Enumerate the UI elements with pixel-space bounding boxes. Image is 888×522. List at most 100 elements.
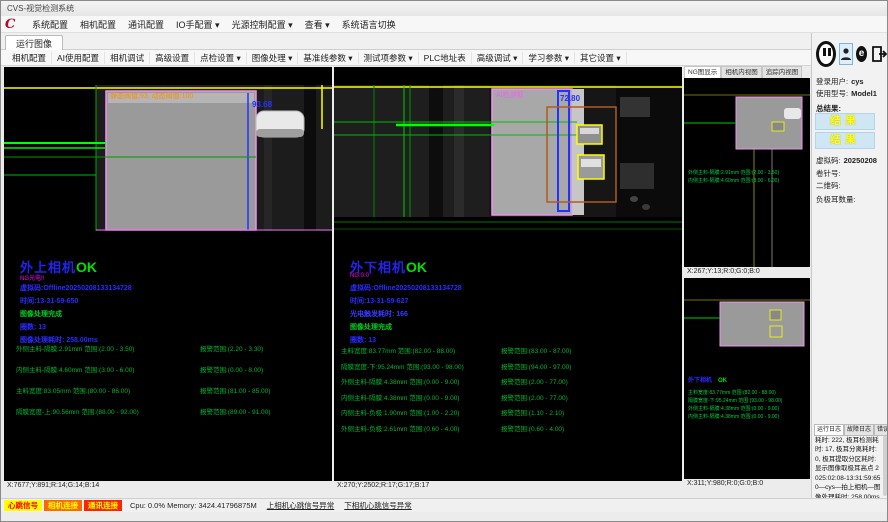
svg-text:隔膜宽度-下:95.24mm 范围:(93.00 - 98.: 隔膜宽度-下:95.24mm 范围:(93.00 - 98.00) bbox=[688, 397, 783, 404]
status-badge: 通讯连接 bbox=[84, 500, 122, 511]
thumb-tab[interactable]: NG图显示 bbox=[684, 66, 721, 78]
exit-door-icon bbox=[870, 45, 888, 63]
menu-item[interactable]: 系统配置 bbox=[26, 18, 74, 31]
logo-e-button[interactable]: e bbox=[856, 46, 867, 62]
virtual-code-row: 虚拟码:20250208 bbox=[816, 155, 877, 166]
result-badge-1: 结果 bbox=[815, 113, 875, 130]
svg-text:主料宽度:83.77mm 范围:(82.00 - 88.00: 主料宽度:83.77mm 范围:(82.00 - 88.00) bbox=[688, 389, 776, 396]
qr-code-row: 二维码: bbox=[816, 180, 841, 191]
log-tab[interactable]: 错误日志 bbox=[874, 424, 888, 436]
measurement-row: 外侧主料-隔膜:2.91mm 范围:(2.00 - 3.50) 报警范围:(2.… bbox=[16, 343, 328, 353]
menu-item[interactable]: 相机配置 bbox=[74, 18, 122, 31]
ng-thumbnail-top[interactable]: 外侧主料-隔膜:2.91mm 范围:(2.00 - 3.50) 内侧主料-隔膜:… bbox=[684, 78, 810, 267]
left-camera-status: OK bbox=[76, 259, 97, 275]
window-title: CVS-视觉检测系统 bbox=[7, 4, 74, 13]
svg-text:OK: OK bbox=[718, 378, 728, 384]
toolbar-item[interactable]: PLC地址表 bbox=[419, 52, 472, 64]
measurement-alarm: 报警范围:(1.10 - 2.10) bbox=[501, 407, 564, 417]
toolbar-item[interactable]: 点检设置 ▾ bbox=[195, 52, 247, 64]
thumb-tab[interactable]: 相机内视图 bbox=[721, 66, 762, 78]
log-tab[interactable]: 故障日志 bbox=[844, 424, 874, 436]
menu-bar: C 系统配置 相机配置 通讯配置 IO手配置 ▾ 光源控制配置 ▾ 查看 ▾ 系… bbox=[1, 16, 888, 33]
window-title-bar: CVS-视觉检测系统 bbox=[1, 1, 888, 16]
login-user-row: 登录用户:cys bbox=[816, 76, 864, 87]
toolbar-item[interactable]: 测试项参数 ▾ bbox=[359, 52, 419, 64]
measurement-row: 隔膜宽度-上:90.56mm 范围:(88.00 - 92.00) 报警范围:(… bbox=[16, 406, 328, 416]
measurement-value: 内侧主料-隔膜:4.60mm 范围:(3.00 - 6.00) bbox=[16, 364, 200, 374]
pause-button[interactable] bbox=[816, 41, 836, 67]
menu-item[interactable]: 通讯配置 bbox=[122, 18, 170, 31]
center-measure-label: 72.80 bbox=[560, 94, 581, 103]
status-badge: 心跳信号 bbox=[4, 500, 42, 511]
measurement-row: 外侧主料-隔膜:4.38mm 范围:(0.00 - 9.00) 报警范围:(2.… bbox=[341, 376, 677, 386]
view-tab-row: 运行图像 bbox=[1, 33, 811, 50]
toolbar-item[interactable]: 高级设置 bbox=[150, 52, 195, 64]
toolbar-item[interactable]: 学习参数 ▾ bbox=[523, 52, 575, 64]
left-measurement-list: 外侧主料-隔膜:2.91mm 范围:(2.00 - 3.50) 报警范围:(2.… bbox=[16, 343, 328, 427]
svg-text:内侧主料-隔膜:4.38mm 范围:(0.00 - 9.00: 内侧主料-隔膜:4.38mm 范围:(0.00 - 9.00) bbox=[688, 413, 779, 420]
exit-button[interactable] bbox=[870, 45, 888, 63]
svg-text:外下相机: 外下相机 bbox=[687, 376, 712, 384]
measurement-row: 内侧主料-隔膜:4.38mm 范围:(0.00 - 9.00) 报警范围:(2.… bbox=[341, 392, 677, 402]
measurement-value: 主料宽度:83.05mm 范围:(80.00 - 86.00) bbox=[16, 385, 200, 395]
measurement-row: 主料宽度:83.77mm 范围:(82.00 - 88.00) 报警范围:(83… bbox=[341, 345, 677, 355]
right-sidebar: e 登录用户:cys 使用型号:Model1 总结果: 结果 结果 虚拟码:20… bbox=[811, 33, 888, 498]
status-bar: 心跳信号 相机连接 通讯连接 Cpu: 0.0% Memory: 3424.41… bbox=[1, 498, 888, 512]
measurement-row: 外侧主料-负极:2.61mm 范围:(0.60 - 4.00) 报警范围:(0.… bbox=[341, 423, 677, 433]
toolbar-item[interactable]: 基准线参数 ▾ bbox=[298, 52, 358, 64]
center-camera-status: OK bbox=[406, 259, 427, 275]
toolbar-item[interactable]: AI使用配置 bbox=[52, 52, 105, 64]
center-time: 时间:13-31-59-627 bbox=[350, 296, 408, 306]
toolbar-item[interactable]: 其它设置 ▾ bbox=[575, 52, 627, 64]
toolbar-item[interactable]: 高级调试 ▾ bbox=[472, 52, 524, 64]
left-virtual-code: 虚拟码:Offline20250208133134728 bbox=[20, 283, 132, 293]
log-text: 耗时: 222, 极耳检测耗时: 17, 极耳分离耗时: 0, 极耳提取分区耗时… bbox=[815, 436, 881, 502]
thumb1-pixel-readout: X:267;Y:13;R:0;G:0;B:0 bbox=[687, 268, 760, 275]
app-logo-icon: C bbox=[5, 18, 21, 31]
model-value: Model1 bbox=[851, 89, 877, 98]
menu-item[interactable]: IO手配置 ▾ bbox=[170, 18, 226, 31]
measurement-alarm: 报警范围:(2.00 - 77.00) bbox=[501, 376, 568, 386]
log-tab[interactable]: 运行日志 bbox=[814, 424, 844, 436]
center-camera-panel: AI检测框 72.80 外下相机OK NG:0:0 虚拟码:Offline2 bbox=[334, 67, 682, 481]
log-scrollbar[interactable] bbox=[883, 436, 887, 496]
virtual-code-value: 20250208 bbox=[844, 156, 877, 165]
menu-item[interactable]: 光源控制配置 ▾ bbox=[226, 18, 299, 31]
cpu-memory-readout: Cpu: 0.0% Memory: 3424.41796875M bbox=[130, 501, 257, 510]
toolbar-item[interactable]: 相机配置 bbox=[7, 52, 52, 64]
left-time: 时间:13-31-59-650 bbox=[20, 296, 78, 306]
toolbar-item[interactable]: 相机调试 bbox=[105, 52, 150, 64]
user-button[interactable] bbox=[839, 43, 853, 65]
center-trigger-time: 光电触发耗时: 166 bbox=[350, 309, 408, 319]
user-icon bbox=[840, 47, 852, 61]
center-virtual-code: 虚拟码:Offline20250208133134728 bbox=[350, 283, 462, 293]
measurement-row: 内侧主料-负极:1.90mm 范围:(1.00 - 2.20) 报警范围:(1.… bbox=[341, 407, 677, 417]
measurement-alarm: 报警范围:(89.00 - 91.00) bbox=[200, 406, 270, 416]
header-buttons: e bbox=[816, 41, 888, 67]
measurement-value: 外侧主料-隔膜:4.38mm 范围:(0.00 - 9.00) bbox=[341, 376, 501, 386]
tab-count-row: 负极耳数量: bbox=[816, 194, 856, 205]
model-row: 使用型号:Model1 bbox=[816, 88, 877, 99]
ng-thumbnail-bottom[interactable]: 外下相机 OK 主料宽度:83.77mm 范围:(82.00 - 88.00) … bbox=[684, 278, 810, 479]
measurement-alarm: 报警范围:(0.60 - 4.00) bbox=[501, 423, 564, 433]
app-window: CVS-视觉检测系统 C 系统配置 相机配置 通讯配置 IO手配置 ▾ 光源控制… bbox=[0, 0, 888, 522]
center-camera-image[interactable]: AI检测框 72.80 bbox=[334, 67, 682, 235]
measurement-value: 内侧主料-隔膜:4.38mm 范围:(0.00 - 9.00) bbox=[341, 392, 501, 402]
toolbar-item[interactable]: 图像处理 ▾ bbox=[247, 52, 299, 64]
menu-item[interactable]: 系统语言切换 bbox=[336, 18, 402, 31]
left-camera-image[interactable]: 93.68 静态阈值:93, 动态阈值:100 bbox=[4, 67, 332, 237]
result-badge-2: 结果 bbox=[815, 132, 875, 149]
thumb-tab-bar: NG图显示 相机内视图 追踪内视图 bbox=[684, 66, 810, 78]
center-pixel-readout: X:270;Y:2502;R:17;G:17;B:17 bbox=[337, 482, 429, 489]
measurement-alarm: 报警范围:(2.00 - 77.00) bbox=[501, 392, 568, 402]
measurement-alarm: 报警范围:(2.20 - 3.30) bbox=[200, 343, 263, 353]
ai-detect-box-label: AI检测框 bbox=[496, 90, 524, 99]
left-ng-note: NG光电!! bbox=[20, 273, 44, 282]
center-measurement-list: 主料宽度:83.77mm 范围:(82.00 - 88.00) 报警范围:(83… bbox=[341, 345, 677, 438]
menu-item[interactable]: 查看 ▾ bbox=[299, 18, 336, 31]
measurement-value: 隔膜宽度-下:95.24mm 范围:(93.00 - 98.00) bbox=[341, 361, 501, 371]
svg-text:外侧主料-隔膜:2.91mm 范围:(2.00 - 3.50: 外侧主料-隔膜:2.91mm 范围:(2.00 - 3.50) bbox=[688, 169, 779, 176]
thumb-tab[interactable]: 追踪内视图 bbox=[762, 66, 803, 78]
left-pixel-readout: X:7677;Y:891;R:14;G:14;B:14 bbox=[7, 482, 99, 489]
tab-run-image[interactable]: 运行图像 bbox=[5, 35, 63, 51]
